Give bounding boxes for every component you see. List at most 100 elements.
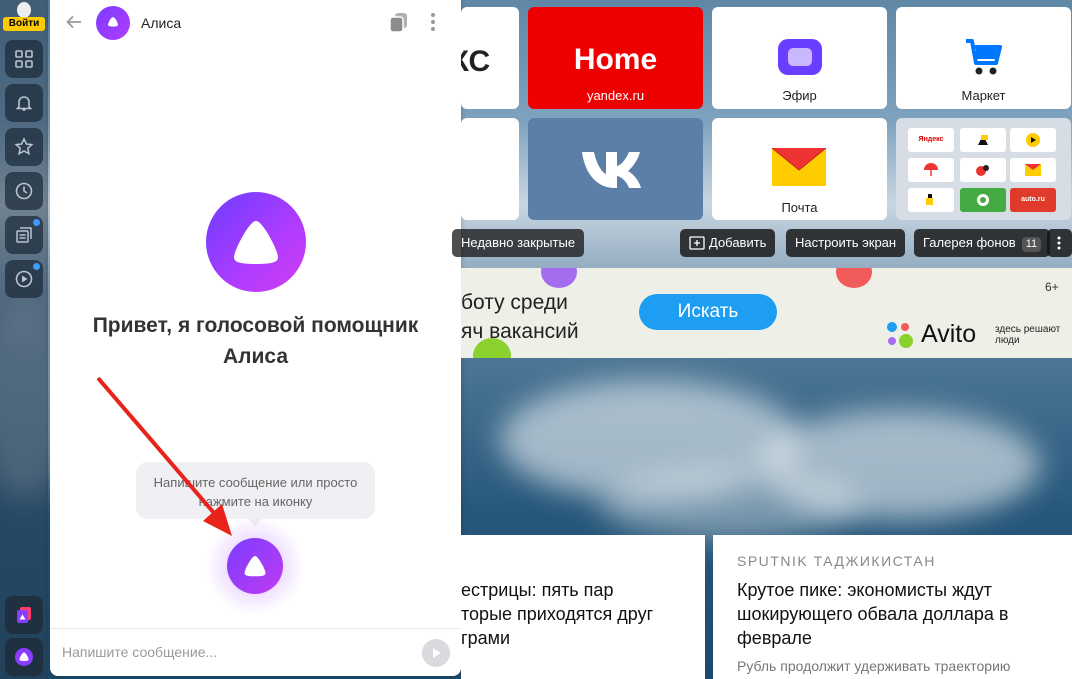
- tile-market[interactable]: Маркет: [896, 7, 1071, 109]
- customize-screen-button[interactable]: Настроить экран: [786, 229, 906, 257]
- tile-efir-label: Эфир: [782, 88, 817, 103]
- news-source: SPUTNIK ТАДЖИКИСТАН: [737, 553, 936, 569]
- ad-search-button[interactable]: Искать: [639, 294, 777, 330]
- tile-efir[interactable]: Эфир: [712, 7, 887, 109]
- tile-home-brand: Home: [573, 43, 658, 76]
- news-card-left[interactable]: естрицы: пять пар торые приходятся друг …: [461, 535, 705, 679]
- tile-mail-label: Почта: [781, 200, 818, 215]
- alice-panel: Алиса Привет, я голосовой помощник Алиса…: [50, 0, 461, 676]
- background-cloud: [600, 470, 860, 540]
- avito-logo-icon: [887, 322, 913, 348]
- play-circle-icon: [1026, 133, 1040, 147]
- alice-greeting: Привет, я голосовой помощник Алиса: [92, 314, 419, 368]
- tile-market-label: Маркет: [961, 88, 1006, 103]
- tile-vk[interactable]: [528, 118, 703, 220]
- gallery-label: Галерея фонов: [923, 235, 1016, 250]
- add-tile-button[interactable]: Добавить: [680, 229, 776, 257]
- mini-tile-green: [960, 188, 1006, 212]
- clock-icon: [15, 182, 33, 200]
- tile-empty-partial[interactable]: [461, 118, 519, 220]
- notification-dot: [33, 219, 40, 226]
- play-icon: [15, 270, 33, 288]
- alice-header: Алиса: [50, 0, 461, 46]
- sidebar-item-history[interactable]: [5, 172, 43, 210]
- tile-brand-text: ЯКС: [461, 45, 491, 78]
- notification-dot: [33, 263, 40, 270]
- send-arrow-icon: [433, 648, 441, 658]
- tile-home[interactable]: Home yandex.ru: [528, 7, 703, 109]
- bell-icon: [15, 96, 33, 111]
- tile-services-grid[interactable]: Яндекс auto.ru: [896, 118, 1071, 220]
- gallery-count-badge: 11: [1021, 237, 1042, 252]
- add-icon: [689, 236, 705, 250]
- mini-tile-afisha: [960, 158, 1006, 182]
- recently-closed-button[interactable]: Недавно закрытые: [452, 229, 585, 257]
- ad-decor-circle: [541, 268, 577, 288]
- back-arrow-icon[interactable]: [64, 12, 84, 32]
- sidebar-item-notifications[interactable]: [5, 84, 43, 122]
- zen-icon: [978, 135, 988, 145]
- mini-tile-yandex: Яндекс: [908, 128, 954, 152]
- sidebar-item-services[interactable]: [5, 40, 43, 78]
- ad-decor-circle: [836, 268, 872, 288]
- mini-tile-taxi: [908, 188, 954, 212]
- avito-brand: Avito: [921, 320, 977, 348]
- tile-market-partial[interactable]: ЯКС: [461, 7, 519, 109]
- avito-slogan: здесь решают люди: [995, 324, 1061, 346]
- ad-headline: боту среди яч вакансий: [461, 288, 579, 346]
- star-icon: [14, 137, 34, 156]
- alice-cards-icon: [17, 607, 31, 623]
- sidebar-item-video[interactable]: [5, 260, 43, 298]
- tile-mail[interactable]: Почта: [712, 118, 887, 220]
- ad-headline-line2: яч вакансий: [461, 320, 579, 343]
- efir-icon: [778, 39, 822, 75]
- more-options-icon[interactable]: [428, 11, 438, 33]
- mini-tile-mail: [1010, 158, 1056, 182]
- mini-tile-zen: [960, 128, 1006, 152]
- sidebar-item-feed[interactable]: [5, 216, 43, 254]
- vk-icon: [582, 152, 641, 188]
- sidebar-item-alice[interactable]: [5, 638, 43, 676]
- umbrella-icon: [924, 163, 938, 176]
- news-snippet: Рубль продолжит удерживать траекторию: [737, 658, 1011, 674]
- green-app-icon: [977, 194, 989, 206]
- hint-bubble: Напишите сообщение или просто нажмите на…: [136, 462, 375, 519]
- alice-title: Алиса: [141, 15, 182, 31]
- background-gallery-button[interactable]: Галерея фонов 11: [914, 229, 1051, 257]
- add-tile-label: Добавить: [709, 235, 767, 250]
- more-vertical-icon: [1057, 236, 1061, 250]
- news-title: естрицы: пять пар торые приходятся друг …: [461, 580, 654, 648]
- voice-activation-button[interactable]: [227, 538, 283, 594]
- login-button[interactable]: Войти: [3, 17, 45, 31]
- grid-icon: [15, 50, 33, 68]
- news-title: Крутое пике: экономисты ждут шокирующего…: [737, 580, 1009, 648]
- news-card-right[interactable]: SPUTNIK ТАДЖИКИСТАН Крутое пике: экономи…: [713, 535, 1072, 679]
- shopping-cart-icon: [966, 39, 1002, 75]
- avito-ad-banner[interactable]: боту среди яч вакансий Искать 6+ Avito з…: [461, 268, 1072, 358]
- mini-tile-autoru: auto.ru: [1010, 188, 1056, 212]
- feed-icon: [16, 227, 32, 243]
- mini-tile-weather: [908, 158, 954, 182]
- mail-envelope-icon: [771, 147, 827, 186]
- alice-logo-icon: [234, 221, 278, 264]
- message-input[interactable]: [62, 639, 412, 665]
- alice-big-logo: [206, 192, 306, 292]
- alice-cards-icon[interactable]: [388, 11, 410, 33]
- send-button[interactable]: [422, 639, 450, 667]
- mail-mini-icon: [1025, 164, 1041, 176]
- tile-home-label: yandex.ru: [586, 88, 645, 103]
- mini-tile-music: [1010, 128, 1056, 152]
- taxi-icon: [926, 194, 933, 205]
- alice-logo-icon: [108, 17, 118, 27]
- alice-logo-icon: [244, 556, 266, 577]
- afisha-icon: [976, 165, 989, 176]
- sidebar-item-alice-cards[interactable]: [5, 596, 43, 634]
- toolbar-more-button[interactable]: [1047, 229, 1072, 257]
- alice-logo: [96, 6, 130, 40]
- sidebar-item-bookmarks[interactable]: [5, 128, 43, 166]
- ad-age-rating: 6+: [1045, 280, 1059, 294]
- alice-icon: [15, 648, 33, 666]
- avatar-head-icon: [17, 2, 31, 18]
- browser-sidebar: Войти: [0, 0, 48, 679]
- ad-headline-line1: боту среди: [461, 291, 568, 314]
